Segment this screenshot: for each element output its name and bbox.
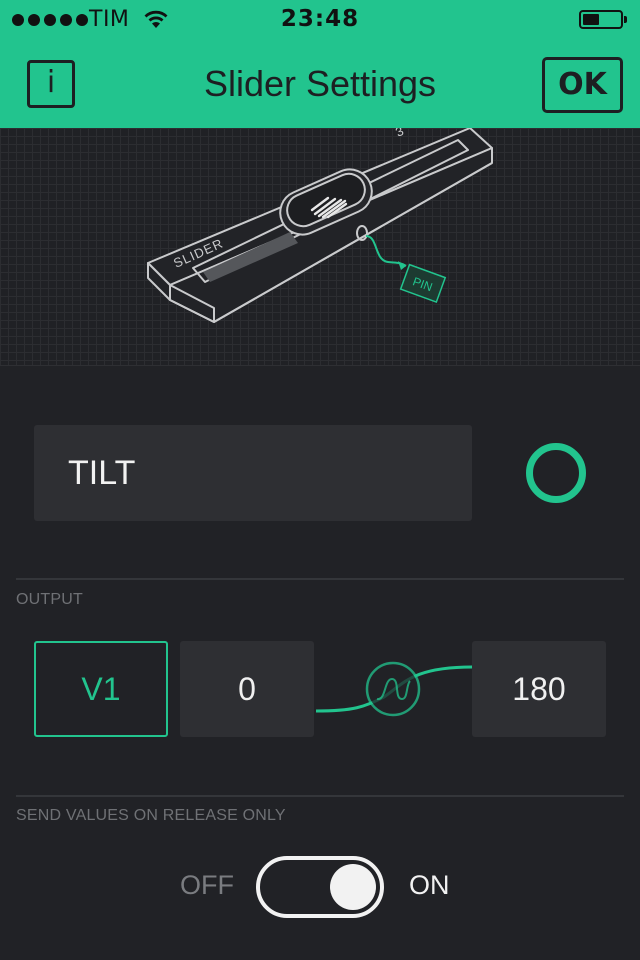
battery-icon — [579, 10, 627, 29]
pin-selector[interactable]: V1 — [34, 641, 168, 737]
widget-name-input[interactable]: TILT — [34, 425, 472, 521]
release-section-label: SEND VALUES ON RELEASE ONLY — [16, 807, 286, 824]
header-bar: TIM 23:48 i Slider Settings OK — [0, 0, 640, 128]
status-bar: TIM 23:48 — [0, 0, 640, 40]
slider-illustration: PIN SLIDER 3 — [0, 128, 640, 366]
scale-label: 3 — [393, 128, 406, 140]
color-picker-button[interactable] — [526, 443, 586, 503]
max-value-input[interactable]: 180 — [472, 641, 606, 737]
divider — [16, 795, 624, 797]
clock: 23:48 — [280, 6, 360, 32]
divider — [16, 578, 624, 580]
slider-device-graphic: PIN SLIDER 3 — [147, 128, 493, 323]
min-value-input[interactable]: 0 — [180, 641, 314, 737]
toggle-knob[interactable] — [330, 864, 376, 910]
output-section-label: OUTPUT — [16, 591, 83, 608]
toggle-off-label[interactable]: OFF — [180, 870, 234, 901]
release-toggle-row: OFF ON — [0, 856, 640, 918]
toggle-on-label[interactable]: ON — [409, 870, 450, 901]
mapping-curve-graphic — [315, 661, 472, 717]
send-on-release-toggle[interactable] — [256, 856, 384, 918]
ok-button[interactable]: OK — [542, 57, 623, 113]
